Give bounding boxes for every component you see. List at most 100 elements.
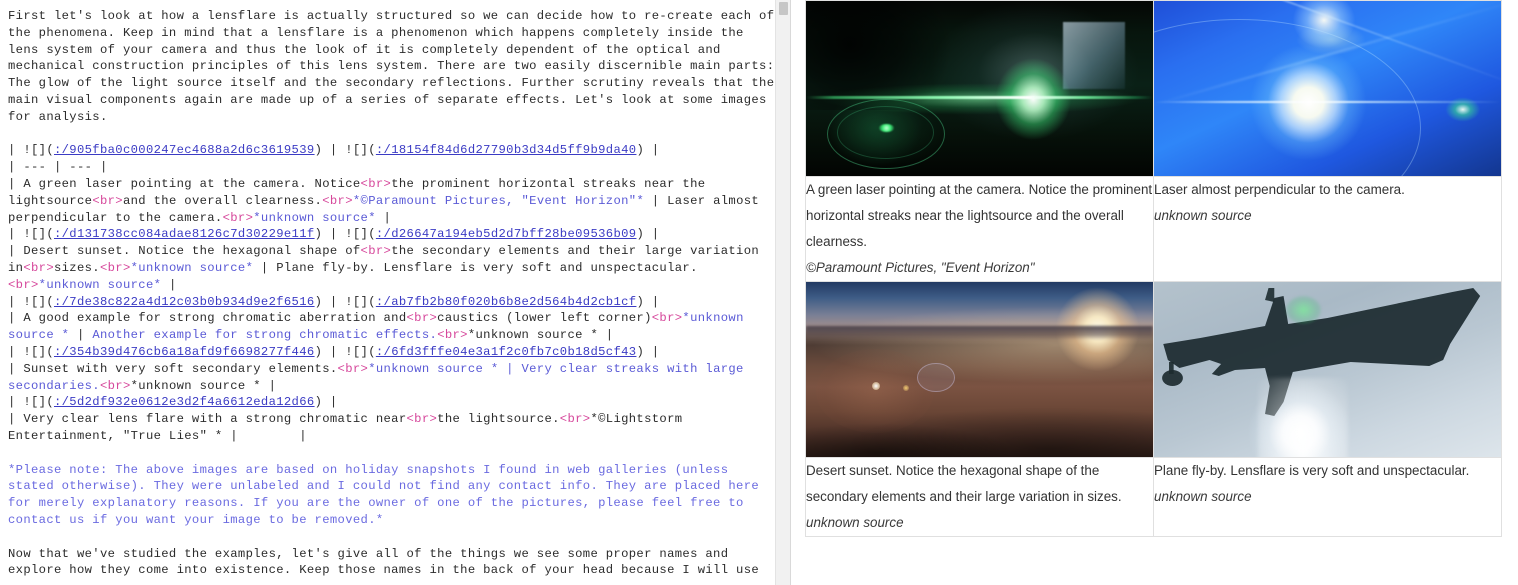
source-token: | A good example for strong chromatic ab… bbox=[8, 311, 407, 326]
source-token: <br> bbox=[99, 378, 131, 393]
table-cell-caption: A green laser pointing at the camera. No… bbox=[805, 176, 1154, 282]
editor-source-line[interactable]: | Desert sunset. Notice the hexagonal sh… bbox=[8, 243, 776, 293]
editor-source-line[interactable]: *Please note: The above images are based… bbox=[8, 462, 776, 529]
source-token: <br> bbox=[360, 176, 392, 191]
caption-source: unknown source bbox=[806, 515, 904, 530]
photo-green-ghost bbox=[1285, 296, 1321, 324]
source-token: | ![]( bbox=[8, 344, 54, 359]
source-token: <br> bbox=[8, 277, 39, 292]
source-token: <br> bbox=[360, 244, 392, 259]
resource-link[interactable]: :/d131738cc084adae8126c7d30229e11f bbox=[54, 227, 315, 241]
editor-text-area[interactable]: First let's look at how a lensflare is a… bbox=[0, 0, 790, 579]
caption-source: unknown source bbox=[1154, 208, 1252, 223]
table-cell-caption: Plane fly-by. Lensflare is very soft and… bbox=[1153, 457, 1502, 537]
source-token: | Very clear lens flare with a strong ch… bbox=[8, 412, 407, 427]
source-token: the lightsource. bbox=[437, 412, 560, 427]
editor-vertical-scrollbar[interactable] bbox=[775, 0, 790, 585]
caption-source: unknown source bbox=[1154, 489, 1252, 504]
source-token: | bbox=[69, 328, 93, 343]
source-token: ) | ![]( bbox=[314, 294, 376, 309]
source-token: and the overall clearness. bbox=[122, 193, 323, 208]
table-row: A green laser pointing at the camera. No… bbox=[805, 176, 1502, 282]
source-token: <br> bbox=[23, 260, 54, 275]
source-token: | bbox=[161, 277, 177, 292]
source-token: | A green laser pointing at the camera. … bbox=[8, 176, 361, 191]
editor-source-line[interactable]: First let's look at how a lensflare is a… bbox=[8, 8, 776, 126]
source-token: *unknown source * | bbox=[467, 328, 614, 343]
caption-text: Laser almost perpendicular to the camera… bbox=[1154, 182, 1405, 197]
resource-link[interactable]: :/5d2df932e0612e3d2f4a6612eda12d66 bbox=[54, 395, 315, 409]
source-token: <br> bbox=[406, 412, 438, 427]
photo-sun-glow bbox=[1258, 378, 1349, 457]
source-token: | ![]( bbox=[8, 395, 54, 410]
source-token: ) | bbox=[636, 227, 660, 242]
resource-link[interactable]: :/d26647a194eb5d2d7bff28be09536b09 bbox=[376, 227, 637, 241]
resource-link[interactable]: :/7de38c822a4d12c03b0b934d9e2f6516 bbox=[54, 295, 315, 309]
green-laser-photo bbox=[806, 1, 1153, 176]
table-cell-caption: Desert sunset. Notice the hexagonal shap… bbox=[805, 457, 1154, 537]
source-token: | ![]( bbox=[8, 227, 54, 242]
source-token: *unknown source * | bbox=[130, 378, 277, 393]
source-token: *unknown source* bbox=[130, 260, 254, 275]
editor-blank-line bbox=[8, 126, 776, 143]
source-token: <br> bbox=[406, 311, 438, 326]
source-token: <br> bbox=[651, 311, 683, 326]
photo-mountain-ridge bbox=[806, 325, 1153, 340]
resource-link[interactable]: :/18154f84d6d27790b3d34d5ff9b9da40 bbox=[376, 143, 637, 157]
blue-flare-photo bbox=[1154, 1, 1501, 176]
editor-source-line[interactable]: | A good example for strong chromatic ab… bbox=[8, 310, 776, 344]
source-token: <br> bbox=[222, 210, 254, 225]
source-token: *unknown source* bbox=[253, 210, 376, 225]
source-token: <br> bbox=[437, 328, 468, 343]
source-token: | Desert sunset. Notice the hexagonal sh… bbox=[8, 244, 361, 259]
source-token: ) | bbox=[314, 395, 338, 410]
source-token: ) | ![]( bbox=[314, 227, 376, 242]
image-examples-table: A green laser pointing at the camera. No… bbox=[805, 0, 1502, 537]
editor-source-line[interactable]: | ![](:/7de38c822a4d12c03b0b934d9e2f6516… bbox=[8, 294, 776, 311]
source-token: | ![]( bbox=[8, 294, 54, 309]
editor-source-line[interactable]: | Sunset with very soft secondary elemen… bbox=[8, 361, 776, 395]
source-token: <br> bbox=[337, 361, 369, 376]
editor-source-line[interactable]: Now that we've studied the examples, let… bbox=[8, 546, 776, 580]
source-token: *Please note: The above images are based… bbox=[8, 462, 767, 527]
source-token: | Sunset with very soft secondary elemen… bbox=[8, 361, 338, 376]
editor-source-line[interactable]: | Very clear lens flare with a strong ch… bbox=[8, 411, 776, 445]
table-row: Desert sunset. Notice the hexagonal shap… bbox=[805, 457, 1502, 537]
source-token: ) | bbox=[636, 344, 660, 359]
plane-flyby-photo bbox=[1154, 282, 1501, 457]
caption-text: Desert sunset. Notice the hexagonal shap… bbox=[806, 463, 1122, 504]
source-token: Now that we've studied the examples, let… bbox=[8, 546, 760, 578]
source-token: caustics (lower left corner) bbox=[437, 311, 652, 326]
resource-link[interactable]: :/ab7fb2b80f020b6b8e2d564b4d2cb1cf bbox=[376, 295, 637, 309]
resource-link[interactable]: :/6fd3fffe04e3a1f2c0fb7c0b18d5cf43 bbox=[376, 345, 637, 359]
source-token: | --- | --- | bbox=[8, 160, 108, 175]
source-token: Another example for strong chromatic eff… bbox=[92, 328, 438, 343]
table-row bbox=[805, 0, 1502, 177]
editor-source-line[interactable]: | ![](:/d131738cc084adae8126c7d30229e11f… bbox=[8, 226, 776, 243]
source-token: | bbox=[375, 210, 392, 225]
editor-source-line[interactable]: | A green laser pointing at the camera. … bbox=[8, 176, 776, 226]
photo-foreground bbox=[806, 373, 1153, 457]
source-token: *©Paramount Pictures, "Event Horizon"* bbox=[352, 193, 645, 208]
caption-source: ©Paramount Pictures, "Event Horizon" bbox=[806, 260, 1035, 275]
source-token: ) | bbox=[636, 143, 660, 158]
photo-horizontal-streak bbox=[806, 96, 1153, 100]
editor-source-line[interactable]: | ![](:/905fba0c000247ec4688a2d6c3619539… bbox=[8, 142, 776, 159]
editor-scrollbar-thumb[interactable] bbox=[779, 2, 788, 15]
source-token: | Plane fly-by. Lensflare is very soft a… bbox=[253, 260, 698, 275]
editor-source-line[interactable]: | ![](:/354b39d476cb6a18afd9f6698277f446… bbox=[8, 344, 776, 361]
source-token: ) | bbox=[636, 294, 660, 309]
resource-link[interactable]: :/905fba0c000247ec4688a2d6c3619539 bbox=[54, 143, 315, 157]
table-cell-image bbox=[1153, 0, 1502, 177]
photo-horizontal-streak bbox=[1154, 100, 1501, 104]
editor-source-line[interactable]: | ![](:/5d2df932e0612e3d2f4a6612eda12d66… bbox=[8, 394, 776, 411]
table-cell-caption: Laser almost perpendicular to the camera… bbox=[1153, 176, 1502, 282]
source-token: ) | ![]( bbox=[314, 143, 376, 158]
source-token: | ![]( bbox=[8, 143, 54, 158]
resource-link[interactable]: :/354b39d476cb6a18afd9f6698277f446 bbox=[54, 345, 315, 359]
editor-source-line[interactable]: | --- | --- | bbox=[8, 159, 776, 176]
photo-ghost-ring-inner bbox=[837, 106, 935, 159]
photo-bright-panel bbox=[1062, 22, 1126, 89]
photo-silhouette bbox=[806, 1, 952, 110]
markdown-source-editor[interactable]: First let's look at how a lensflare is a… bbox=[0, 0, 790, 585]
